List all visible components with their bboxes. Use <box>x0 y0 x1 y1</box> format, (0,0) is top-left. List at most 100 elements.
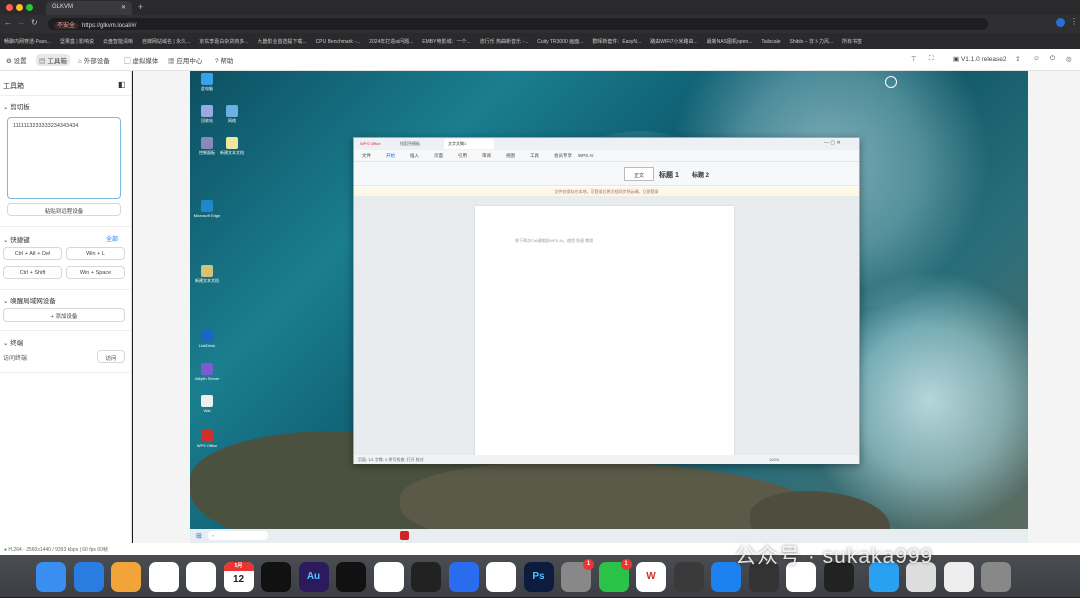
bookmark-item[interactable]: 流行乐 热曲新音乐 -... <box>480 39 529 45</box>
wechat-icon[interactable]: 1 <box>598 559 632 592</box>
bookmark-item[interactable]: 京东李嘉白杂货商多... <box>199 39 248 45</box>
capcut2-icon[interactable] <box>336 562 366 592</box>
shortcut-ctrl-shift[interactable]: Ctrl + Shift <box>3 266 62 279</box>
document-page[interactable]: 按下两次Ctrl键唤起WPS AI，使用 快速 教程 <box>475 206 734 456</box>
pin-icon[interactable]: ⊤ <box>911 55 917 63</box>
upload-icon[interactable]: ⇪ <box>1015 55 1020 63</box>
reminders-icon[interactable] <box>148 562 179 592</box>
desktop-icon[interactable]: 新建文本文档 <box>193 265 221 284</box>
wps-menu-item[interactable]: 视图 <box>506 153 515 159</box>
terminal-section-title[interactable]: ⌄ 终端 <box>3 337 23 347</box>
bookmark-item[interactable]: 2024年打造ai问题... <box>369 39 413 45</box>
shortcut-win-l[interactable]: Win + L <box>66 247 125 260</box>
bookmark-item[interactable]: 九畿影业首选提下载... <box>257 39 306 45</box>
reload-icon[interactable]: ↻ <box>31 18 38 27</box>
wol-section-title[interactable]: ⌄ 唤醒局域网设备 <box>3 295 56 305</box>
wps-tab-doc[interactable]: 文字文稿1 <box>444 139 494 149</box>
bookmark-item[interactable]: Shiblo – 非卜力风... <box>790 39 834 45</box>
external-devices-button[interactable]: ⌂ 外部设备 <box>78 55 110 65</box>
wps-tab-home[interactable]: WPS Office <box>360 141 381 146</box>
terminal-access-button[interactable]: 访问 <box>97 350 125 363</box>
wps-login-warning[interactable]: 文件仅保存在本地，可登录后将文档同步到云端。立即登录 <box>354 187 859 196</box>
bookmark-item[interactable]: 最新NAS图机open... <box>707 39 753 45</box>
virtual-media-button[interactable]: ▢ 虚拟媒体 <box>124 55 158 65</box>
shortcuts-section-title[interactable]: ⌄ 快捷键 <box>3 234 30 244</box>
clipboard-textarea[interactable]: 1111113233333234343434 <box>7 117 121 199</box>
wps-menu-item[interactable]: 插入 <box>410 153 419 159</box>
desktop-icon[interactable]: Wal <box>193 395 221 413</box>
browser-tab[interactable]: GLKVM ✕ <box>46 1 132 15</box>
toolbox-button[interactable]: ▤ 工具箱 <box>36 54 70 66</box>
chat-icon[interactable]: ☺ <box>1033 55 1040 62</box>
bookmark-item[interactable]: 群晖新套件：EasyN... <box>592 39 641 45</box>
wps-menu-item[interactable]: 页面 <box>434 153 443 159</box>
desktop-icon[interactable]: LinkDesk <box>193 330 221 348</box>
desktop-icon[interactable]: 网络 <box>218 105 246 124</box>
bookmark-item[interactable]: 畅聊内网穿透-Pass... <box>4 39 51 45</box>
desktop-icon[interactable]: WPS Office <box>193 430 221 448</box>
wps-window-controls[interactable]: — ▢ ✕ <box>824 140 841 146</box>
capcut-icon[interactable] <box>261 562 291 592</box>
forward-icon[interactable]: → <box>17 18 25 27</box>
user-icon[interactable]: ◎ <box>1066 55 1072 63</box>
shortcut-win-space[interactable]: Win + Space <box>66 266 125 279</box>
settings-icon[interactable] <box>186 562 216 592</box>
audition-icon[interactable]: Au <box>298 562 329 592</box>
wps-menu-item[interactable]: 审阅 <box>482 153 491 159</box>
system-settings-icon[interactable]: 1 <box>561 559 594 592</box>
close-tab-icon[interactable]: ✕ <box>121 4 126 11</box>
bookmark-item[interactable]: 所有书签 <box>842 39 862 45</box>
final-cut-icon[interactable] <box>411 562 441 592</box>
wps-zoom[interactable]: 100% <box>769 457 779 462</box>
dingtalk-icon[interactable] <box>448 562 479 592</box>
wps-window[interactable]: WPS Office 找稻壳模板 文字文稿1 — ▢ ✕ 文件 开始 插入 页面 引用 审… <box>353 137 860 464</box>
back-icon[interactable]: ← <box>4 18 12 27</box>
clipboard-section-title[interactable]: ⌄ 剪切板 <box>3 101 30 111</box>
wps-menu-item[interactable]: 引用 <box>458 153 467 159</box>
apple-icon[interactable] <box>373 562 404 592</box>
profile-avatar[interactable] <box>1056 18 1065 27</box>
desktop-icon[interactable]: Jellyfin Server <box>193 363 221 381</box>
bookmark-item[interactable]: 坚果盒 | 影响说 <box>60 39 94 45</box>
wps-icon[interactable]: W <box>636 562 666 592</box>
style-normal[interactable]: 正文 <box>624 167 654 181</box>
wps-menu-item[interactable]: 会员专享 <box>554 153 572 159</box>
desktop-icon[interactable]: 回收站 <box>193 105 221 124</box>
windows-start-icon[interactable]: ⊞ <box>196 532 202 540</box>
shortcut-ctrl-alt-del[interactable]: Ctrl + Alt + Del <box>3 247 62 260</box>
menu-icon[interactable]: ⋮ <box>1070 17 1078 26</box>
help-button[interactable]: ? 帮助 <box>215 55 233 65</box>
wps-menu-item[interactable]: 工具 <box>530 153 539 159</box>
insecure-badge[interactable]: 不安全 <box>54 23 79 29</box>
bookmark-item[interactable]: CPU Benchmark -... <box>316 39 360 45</box>
style-heading2[interactable]: 标题 2 <box>692 170 709 179</box>
shortcuts-all-link[interactable]: 全部 <box>106 234 118 243</box>
wps-menu-item[interactable]: WPS AI <box>578 153 594 158</box>
collapse-panel-icon[interactable]: ◧ <box>118 80 126 89</box>
maximize-window-icon[interactable] <box>26 4 33 11</box>
new-tab-button[interactable]: + <box>138 2 143 12</box>
bookmark-item[interactable]: Cuity TR3000 画面... <box>537 39 583 45</box>
paste-to-remote-button[interactable]: 粘贴到远程设备 <box>7 203 121 216</box>
desktop-icon[interactable]: Microsoft Edge <box>193 200 221 218</box>
add-device-button[interactable]: + 添加设备 <box>3 308 125 322</box>
desktop-icon[interactable]: 控制面板 <box>193 137 221 156</box>
taskbar-search[interactable]: ⌕ <box>208 531 268 540</box>
fullscreen-icon[interactable]: ⛶ <box>929 55 934 63</box>
chrome-icon[interactable] <box>486 562 516 592</box>
bookmark-item[interactable]: 自媒网站域名 | 永久... <box>142 39 190 45</box>
bookmark-item[interactable]: 路由WIFI7小米路由... <box>650 39 698 45</box>
bookmark-item[interactable]: Tailscale <box>761 39 780 45</box>
wps-menu-item[interactable]: 开始 <box>386 153 395 159</box>
obs-icon[interactable] <box>673 562 704 592</box>
files-icon[interactable] <box>943 562 974 592</box>
settings-button[interactable]: ⚙ 设置 <box>6 55 27 65</box>
safari-icon[interactable] <box>73 562 104 592</box>
style-heading1[interactable]: 标题 1 <box>659 170 679 180</box>
close-window-icon[interactable] <box>6 4 13 11</box>
taskbar-wps-icon[interactable] <box>400 531 409 540</box>
desktop-icon[interactable]: 此电脑 <box>193 73 221 92</box>
minimize-window-icon[interactable] <box>16 4 23 11</box>
desktop-icon[interactable]: 新建文本文档 <box>218 137 246 156</box>
launchpad-icon[interactable] <box>111 562 141 592</box>
